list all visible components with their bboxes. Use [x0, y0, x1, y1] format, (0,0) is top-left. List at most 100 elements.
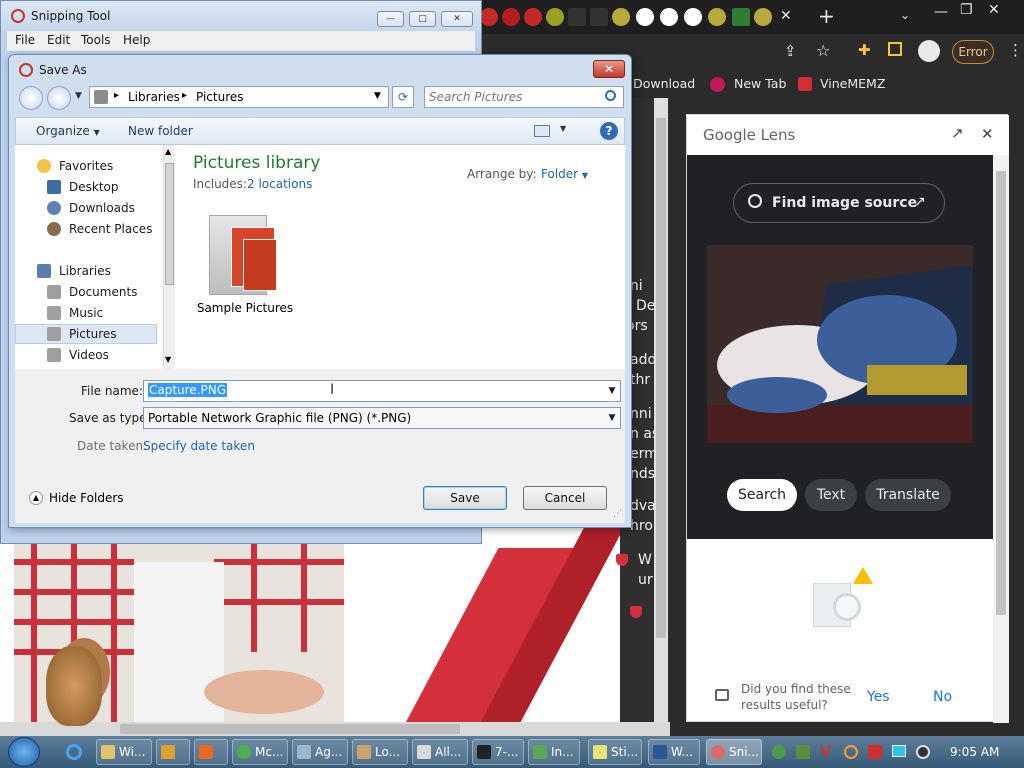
open-new-tab-icon[interactable]: ↗ — [951, 124, 964, 142]
nav-item-documents[interactable]: Documents — [15, 282, 157, 302]
clock[interactable]: 9:05 AM — [950, 745, 999, 759]
side-panel-icon[interactable] — [888, 42, 902, 56]
nav-item-pictures[interactable]: Pictures — [15, 324, 157, 344]
recent-locations-chevron-icon[interactable]: ▼ — [75, 91, 82, 101]
feedback-yes[interactable]: Yes — [867, 689, 890, 705]
close-button[interactable]: ✕ — [441, 11, 473, 27]
taskbar-item-app[interactable] — [194, 739, 228, 765]
tab-favicon-icon[interactable] — [708, 8, 726, 26]
close-tab-icon[interactable]: ✕ — [780, 8, 792, 24]
menu-tools[interactable]: Tools — [81, 33, 111, 47]
menu-file[interactable]: File — [15, 33, 35, 47]
taskbar-item-sticky[interactable]: Sti... — [588, 739, 642, 765]
close-window-icon[interactable]: ✕ — [988, 2, 1000, 18]
tab-favicon-icon[interactable] — [590, 8, 608, 26]
bookmark-item[interactable]: VineMEMZ — [820, 76, 885, 91]
lens-scrollbar[interactable] — [993, 155, 1009, 723]
tray-icon[interactable] — [796, 745, 810, 759]
selected-image-region[interactable] — [707, 245, 973, 443]
minimize-button[interactable]: — — [377, 11, 404, 27]
tab-favicon-icon[interactable] — [502, 8, 520, 26]
tab-favicon-icon[interactable] — [612, 8, 630, 26]
taskbar-item-in[interactable]: In... — [528, 739, 580, 765]
profile-avatar[interactable] — [918, 40, 940, 62]
favorites-header[interactable]: Favorites — [15, 156, 157, 176]
bookmark-item[interactable]: r Download — [624, 76, 695, 91]
save-as-type-select[interactable]: Portable Network Graphic file (PNG) (*.P… — [143, 407, 621, 429]
horizontal-scrollbar[interactable] — [0, 722, 670, 736]
lens-tab-text[interactable]: Text — [805, 479, 857, 511]
tab-favicon-icon[interactable] — [568, 8, 586, 26]
page-vertical-scrollbar[interactable] — [654, 98, 668, 722]
close-icon[interactable]: ✕ — [981, 125, 994, 143]
save-button[interactable]: Save — [423, 486, 507, 510]
internet-explorer-icon[interactable] — [66, 744, 82, 760]
organize-button[interactable]: Organize ▼ — [36, 124, 100, 138]
taskbar-item-ag[interactable]: Ag... — [292, 739, 348, 765]
google-tab-icon[interactable] — [636, 8, 654, 26]
tab-favicon-icon[interactable] — [546, 8, 564, 26]
scroll-up-icon[interactable]: ▲ — [165, 147, 171, 156]
tray-icon[interactable] — [868, 745, 882, 759]
menu-help[interactable]: Help — [123, 33, 150, 47]
extensions-icon[interactable]: ✚ — [858, 41, 871, 59]
lens-tab-search[interactable]: Search — [727, 479, 797, 511]
address-dropdown-icon[interactable]: ▼ — [374, 91, 381, 101]
tray-icon[interactable] — [916, 745, 930, 759]
nav-item-desktop[interactable]: Desktop — [15, 177, 157, 197]
taskbar-item-snipping-tool[interactable]: Sni... — [706, 739, 762, 765]
libraries-header[interactable]: Libraries — [15, 261, 157, 281]
new-folder-button[interactable]: New folder — [128, 124, 193, 138]
active-tab-icon[interactable] — [732, 8, 750, 26]
cancel-button[interactable]: Cancel — [523, 486, 607, 510]
forward-button[interactable] — [47, 86, 71, 110]
tray-icon[interactable]: V — [820, 744, 831, 760]
refresh-button[interactable]: ⟳ — [392, 86, 414, 108]
taskbar-item-media[interactable] — [156, 739, 190, 765]
view-options-chevron-icon[interactable]: ▼ — [560, 124, 566, 133]
hide-folders-button[interactable]: ▲ Hide Folders — [29, 489, 139, 509]
tab-favicon-icon[interactable] — [754, 8, 772, 26]
folder-item[interactable]: Sample Pictures — [195, 207, 295, 325]
snipping-tool-titlebar[interactable]: Snipping Tool — □ ✕ — [1, 1, 481, 31]
find-image-source-button[interactable]: Find image source ↗ — [733, 183, 945, 223]
lens-tab-translate[interactable]: Translate — [865, 479, 951, 511]
error-badge[interactable]: Error — [952, 40, 994, 64]
tray-icon[interactable] — [892, 745, 906, 757]
restore-icon[interactable]: ❐ — [960, 2, 973, 18]
google-tab-icon[interactable] — [660, 8, 678, 26]
nav-item-music[interactable]: Music — [15, 303, 157, 323]
tab-favicon-icon[interactable] — [524, 8, 542, 26]
nav-item-downloads[interactable]: Downloads — [15, 198, 157, 218]
feedback-no[interactable]: No — [933, 689, 952, 705]
file-name-value[interactable]: Capture.PNG — [148, 383, 228, 397]
taskbar-item-lo[interactable]: Lo... — [352, 739, 408, 765]
tray-icon[interactable] — [844, 745, 858, 759]
maximize-button[interactable]: □ — [409, 11, 436, 27]
taskbar-item-chrome[interactable]: Mc... — [232, 739, 288, 765]
help-icon[interactable]: ? — [600, 122, 618, 140]
breadcrumb-pictures[interactable]: Pictures — [196, 90, 244, 104]
tab-favicon-icon[interactable] — [480, 8, 498, 26]
minimize-icon[interactable]: — — [934, 4, 948, 20]
share-icon[interactable]: ⇪ — [784, 42, 797, 60]
start-button[interactable] — [8, 737, 40, 767]
tab-search-chevron-icon[interactable]: ⌄ — [900, 8, 910, 22]
scroll-down-icon[interactable]: ▼ — [165, 355, 171, 364]
dialog-close-button[interactable]: ✕ — [593, 60, 625, 78]
search-input[interactable] — [429, 89, 599, 105]
chevron-down-icon[interactable]: ▼ — [606, 411, 618, 425]
back-button[interactable] — [19, 86, 43, 110]
scrollbar-thumb[interactable] — [656, 118, 666, 638]
resize-grip-icon[interactable]: ⋰ — [613, 509, 622, 519]
menu-edit[interactable]: Edit — [47, 33, 70, 47]
scrollbar-thumb[interactable] — [996, 171, 1006, 615]
chevron-down-icon[interactable]: ▼ — [606, 384, 618, 398]
arrange-by-dropdown[interactable]: Folder ▼ — [541, 167, 588, 181]
address-bar[interactable]: ▸ Libraries ▸ Pictures ▼ — [89, 86, 389, 108]
includes-locations-link[interactable]: 2 locations — [247, 177, 312, 191]
taskbar-item-windows-explorer[interactable]: Wi... — [96, 739, 152, 765]
scrollbar-thumb[interactable] — [165, 163, 174, 285]
bookmark-star-icon[interactable]: ☆ — [816, 41, 830, 60]
menu-kebab-icon[interactable]: ⋮ — [1008, 41, 1023, 59]
